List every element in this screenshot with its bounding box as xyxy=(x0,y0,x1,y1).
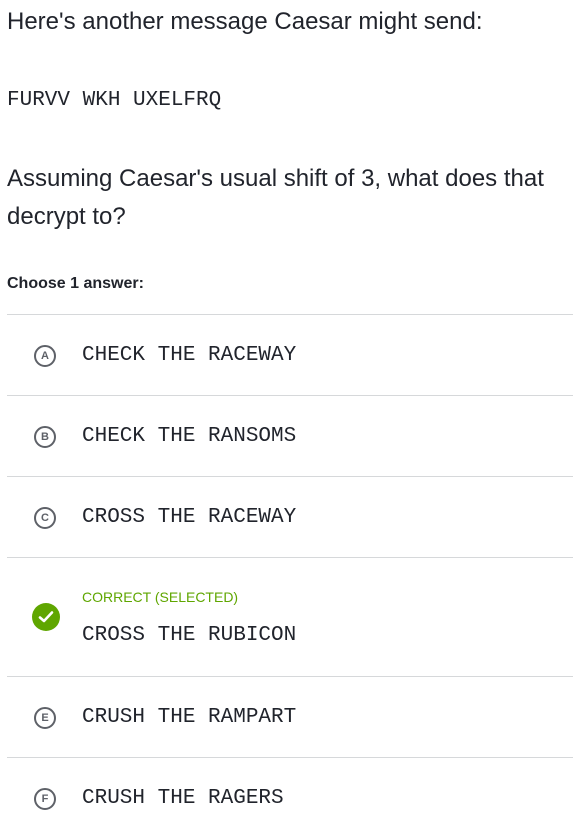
choice-b[interactable]: B CHECK THE RANSOMS xyxy=(7,395,573,476)
choice-d-selected[interactable]: CORRECT (SELECTED) CROSS THE RUBICON xyxy=(7,557,573,676)
choice-text: CHECK THE RANSOMS xyxy=(82,425,297,448)
choice-letter: A xyxy=(34,345,56,367)
choice-c[interactable]: C CROSS THE RACEWAY xyxy=(7,476,573,557)
checkmark-icon xyxy=(32,603,60,631)
ciphertext: FURVV WKH UXELFRQ xyxy=(7,89,222,112)
choice-text: CHECK THE RACEWAY xyxy=(82,344,297,367)
answer-choices: A CHECK THE RACEWAY B CHECK THE RANSOMS … xyxy=(7,314,573,838)
choice-letter: C xyxy=(34,507,56,529)
choice-text: CRUSH THE RAMPART xyxy=(82,706,297,729)
choice-letter: E xyxy=(34,707,56,729)
question-prompt: Assuming Caesar's usual shift of 3, what… xyxy=(7,165,544,230)
choice-a[interactable]: A CHECK THE RACEWAY xyxy=(7,314,573,395)
choice-e[interactable]: E CRUSH THE RAMPART xyxy=(7,676,573,757)
choice-f[interactable]: F CRUSH THE RAGERS xyxy=(7,757,573,838)
choice-letter: B xyxy=(34,426,56,448)
answer-instruction: Choose 1 answer: xyxy=(7,275,144,292)
choice-text: CROSS THE RACEWAY xyxy=(82,506,297,529)
choice-letter: F xyxy=(34,788,56,810)
intro-text: Here's another message Caesar might send… xyxy=(7,8,483,35)
correct-status-label: CORRECT (SELECTED) xyxy=(82,589,239,605)
choice-text: CRUSH THE RAGERS xyxy=(82,787,284,810)
choice-text: CROSS THE RUBICON xyxy=(82,624,297,647)
